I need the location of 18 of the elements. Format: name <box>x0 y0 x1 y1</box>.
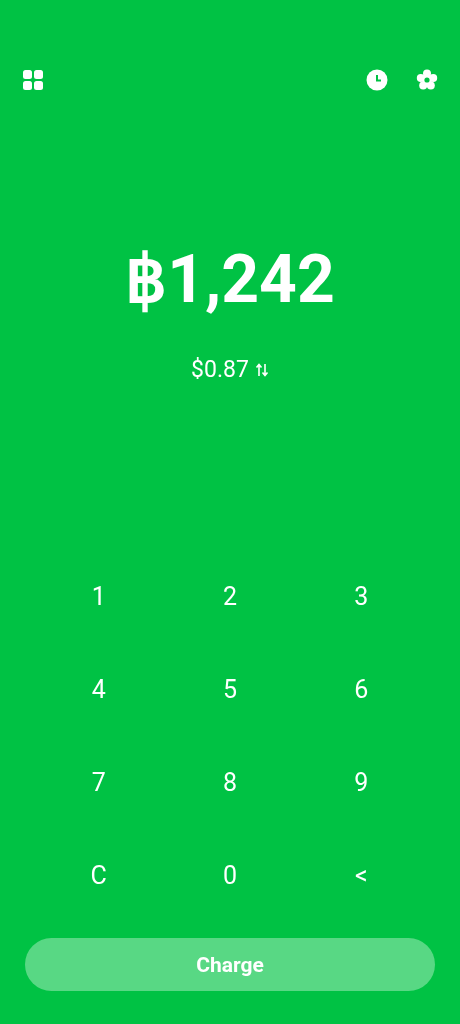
fiat-amount: $0.87 <box>191 356 249 384</box>
apps-icon[interactable] <box>22 69 44 91</box>
keypad-key[interactable]: C <box>33 829 165 922</box>
amount: ฿1,242 <box>124 242 336 318</box>
settings-icon[interactable] <box>416 69 438 91</box>
swap-icon[interactable] <box>254 363 269 377</box>
keypad-key[interactable]: 5 <box>164 643 296 736</box>
keypad-key[interactable]: 6 <box>295 643 427 736</box>
keypad-key[interactable]: 1 <box>33 550 165 643</box>
keypad-key[interactable]: 9 <box>295 736 427 829</box>
keypad-key[interactable]: 0 <box>164 829 296 922</box>
keypad-key[interactable]: < <box>295 829 427 922</box>
keypad-key[interactable]: 7 <box>33 736 165 829</box>
clock-icon[interactable] <box>366 69 388 91</box>
keypad-key[interactable]: 3 <box>295 550 427 643</box>
keypad-key[interactable]: 2 <box>164 550 296 643</box>
keypad-key[interactable]: 4 <box>33 643 165 736</box>
keypad-key[interactable]: 8 <box>164 736 296 829</box>
